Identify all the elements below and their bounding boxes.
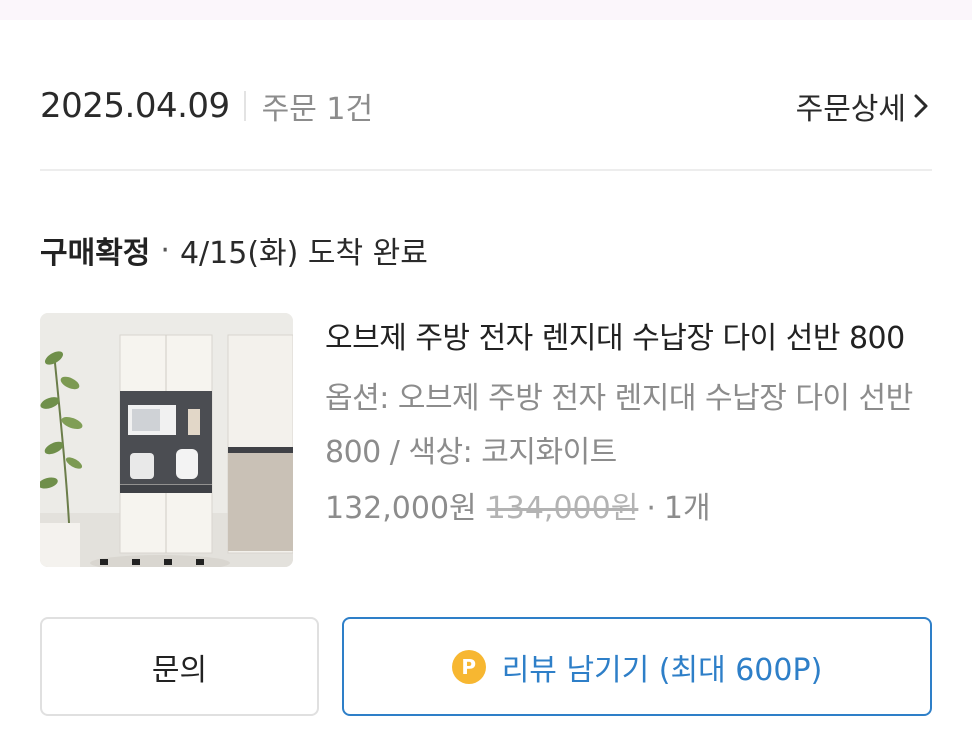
order-header: 2025.04.09 주문 1건 주문상세: [40, 78, 932, 134]
product-price-line: 132,000원 134,000원 · 1개: [325, 482, 935, 536]
quantity-separator: ·: [646, 491, 656, 526]
status-label: 구매확정: [40, 236, 151, 271]
top-strip: [0, 0, 972, 20]
product-thumbnail[interactable]: [40, 313, 293, 567]
original-price: 134,000원: [486, 491, 639, 526]
order-detail-link[interactable]: 주문상세: [796, 84, 932, 128]
inquiry-button-label: 문의: [151, 652, 208, 688]
arrival-info: 4/15(화) 도착 완료: [179, 236, 428, 271]
point-icon: P: [451, 649, 486, 684]
chevron-right-icon: [910, 91, 932, 121]
quantity: 1개: [663, 491, 711, 526]
header-divider: [243, 91, 246, 121]
product-info: 오브제 주방 전자 렌지대 수납장 다이 선반 800 옵션: 오브제 주방 전…: [325, 312, 935, 536]
order-date: 2025.04.09: [40, 86, 230, 126]
product-name[interactable]: 오브제 주방 전자 렌지대 수납장 다이 선반 800: [325, 312, 935, 366]
sale-price: 132,000원: [325, 491, 477, 526]
write-review-label: 리뷰 남기기 (최대 600P): [501, 652, 823, 688]
order-status: 구매확정 · 4/15(화) 도착 완료: [40, 228, 428, 272]
order-count: 주문 1건: [261, 92, 374, 127]
inquiry-button[interactable]: 문의: [40, 617, 319, 716]
order-detail-label: 주문상세: [795, 92, 906, 127]
order-header-left: 2025.04.09 주문 1건: [40, 84, 373, 128]
product-option: 옵션: 오브제 주방 전자 렌지대 수납장 다이 선반 800 / 색상: 코지…: [325, 381, 913, 470]
status-separator: ·: [160, 232, 170, 268]
header-separator: [40, 169, 932, 171]
write-review-button[interactable]: P 리뷰 남기기 (최대 600P): [342, 617, 932, 716]
